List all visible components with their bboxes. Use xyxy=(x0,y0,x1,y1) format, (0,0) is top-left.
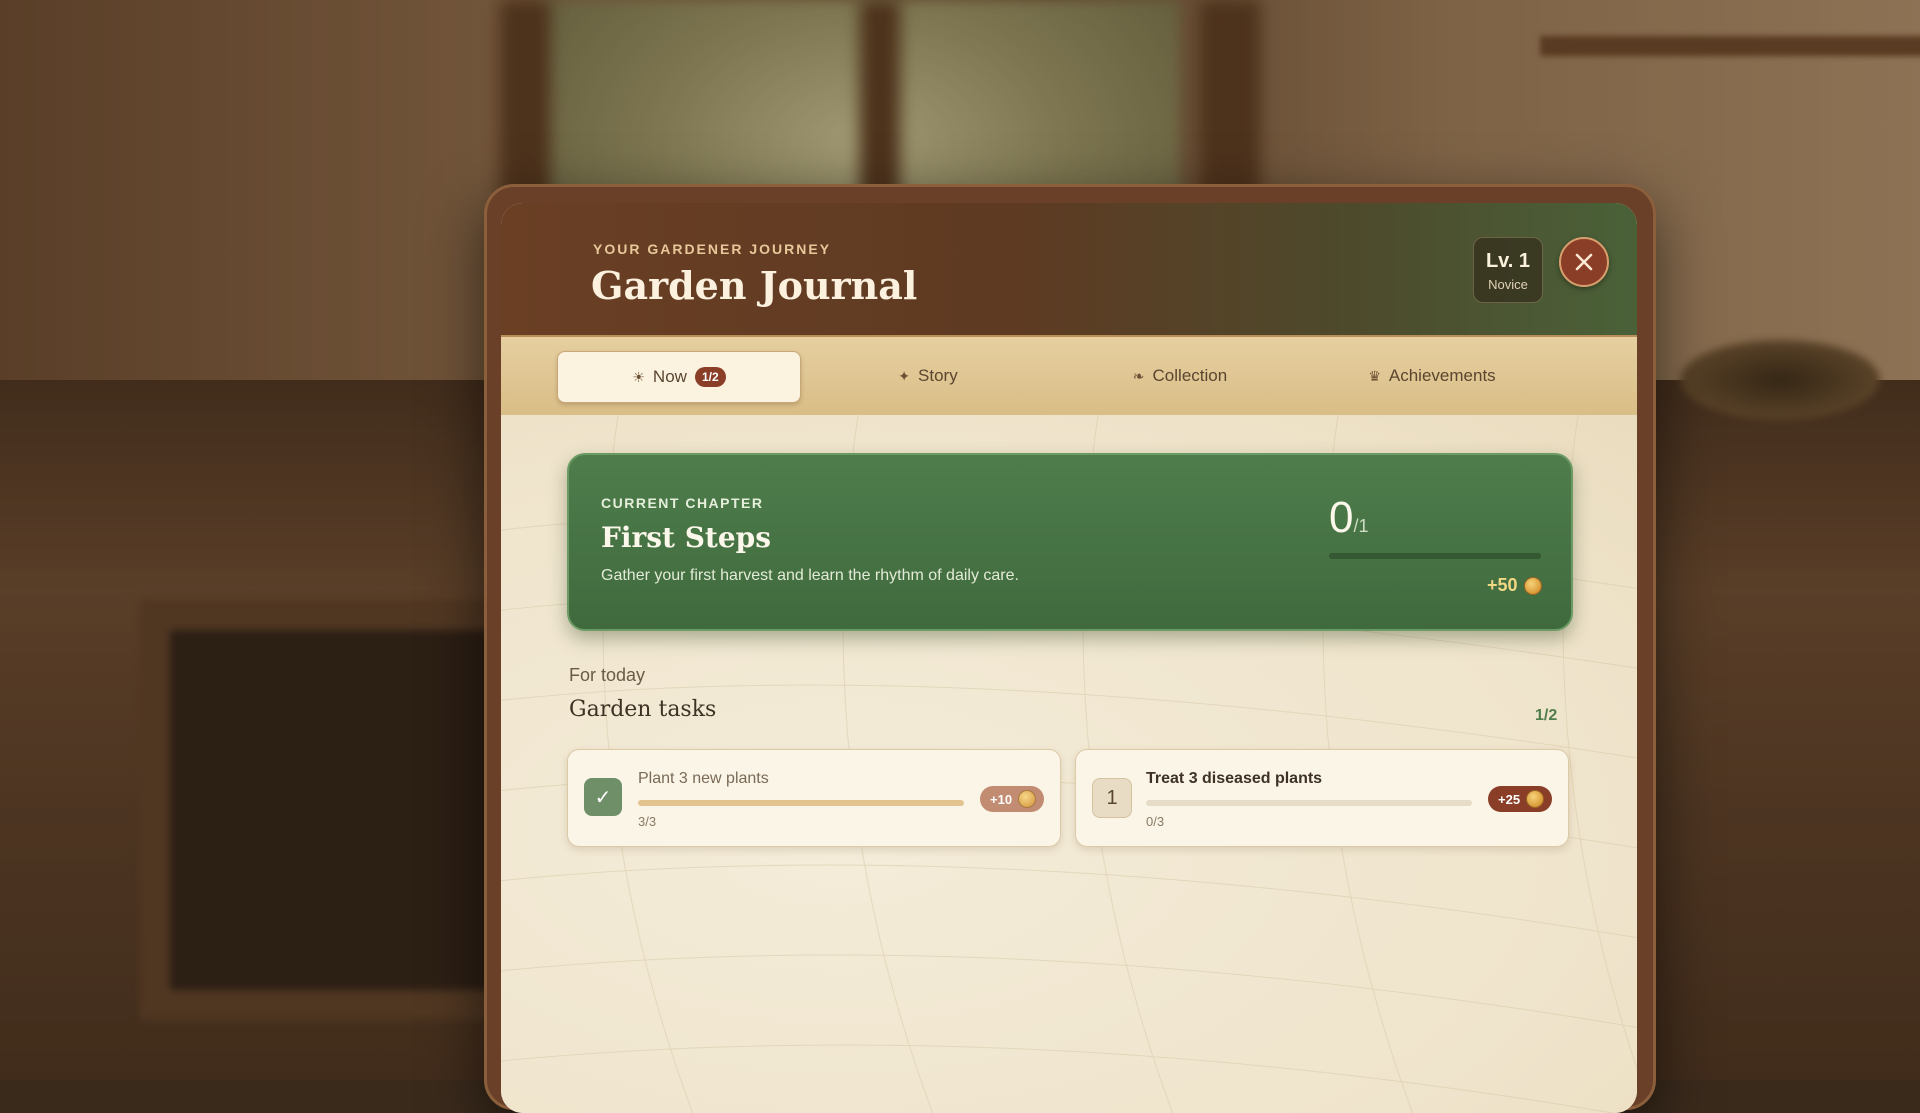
tab-achievements[interactable]: ♛ Achievements xyxy=(1311,351,1553,401)
task-card[interactable]: 1 Treat 3 diseased plants 0/3 +25 xyxy=(1075,749,1569,847)
current-chapter-card[interactable]: CURRENT CHAPTER First Steps Gather your … xyxy=(567,453,1573,631)
tab-label: Story xyxy=(918,366,958,385)
level-label: Lv. 1 xyxy=(1485,250,1531,272)
tab-now[interactable]: ☀ Now 1/2 xyxy=(557,351,801,403)
level-badge: Lv. 1 Novice xyxy=(1473,237,1543,303)
tasks-count: 1/2 xyxy=(1535,707,1558,724)
chapter-reward: +50 xyxy=(1487,575,1542,596)
chapter-progress-count: 0/1 xyxy=(1329,493,1369,543)
task-number: 1 xyxy=(1092,778,1132,818)
chapter-progress-total: /1 xyxy=(1353,516,1369,536)
task-progress-text: 0/3 xyxy=(1146,814,1165,829)
task-reward-badge: +10 xyxy=(980,786,1045,812)
section-title: Garden tasks xyxy=(569,697,717,722)
tab-bar: ☀ Now 1/2 ✦ Story ❧ Collection ♛ Achieve… xyxy=(501,335,1637,419)
task-progress-text: 3/3 xyxy=(638,814,657,829)
task-reward-amount: +10 xyxy=(990,791,1013,807)
header-kicker: YOUR GARDENER JOURNEY xyxy=(593,241,832,257)
tab-badge: 1/2 xyxy=(694,367,726,387)
task-progress-fill xyxy=(638,800,964,806)
chapter-reward-amount: +50 xyxy=(1487,575,1518,595)
trophy-icon: ♛ xyxy=(1368,367,1381,384)
tab-story[interactable]: ✦ Story xyxy=(807,351,1049,401)
sun-icon: ☀ xyxy=(632,368,645,385)
task-progress-bar xyxy=(1146,800,1472,806)
task-reward-amount: +25 xyxy=(1498,791,1521,807)
chapter-description: Gather your first harvest and learn the … xyxy=(601,567,1019,584)
check-icon: ✓ xyxy=(584,778,622,816)
chapter-progress-bar xyxy=(1329,553,1541,559)
tab-collection[interactable]: ❧ Collection xyxy=(1059,351,1301,401)
tab-label: Now xyxy=(652,367,687,386)
close-button[interactable] xyxy=(1559,237,1609,287)
journal-page: CURRENT CHAPTER First Steps Gather your … xyxy=(501,415,1637,1113)
sparkle-icon: ✦ xyxy=(898,367,911,384)
tab-label: Collection xyxy=(1152,366,1228,385)
task-reward-badge: +25 xyxy=(1488,786,1553,812)
task-name: Treat 3 diseased plants xyxy=(1146,770,1323,787)
close-icon xyxy=(1575,253,1593,271)
journal-header: YOUR GARDENER JOURNEY Garden Journal Lv.… xyxy=(501,203,1637,335)
coin-icon xyxy=(1523,576,1542,595)
section-subtitle: For today xyxy=(569,665,646,685)
page-title: Garden Journal xyxy=(591,263,918,308)
tab-label: Achievements xyxy=(1388,366,1496,385)
coin-icon xyxy=(1526,790,1545,808)
task-card[interactable]: ✓ Plant 3 new plants 3/3 +10 xyxy=(567,749,1061,847)
rank-label: Novice xyxy=(1488,277,1528,292)
coin-icon xyxy=(1018,790,1037,808)
chapter-progress-current: 0 xyxy=(1329,493,1354,542)
garden-journal-panel: YOUR GARDENER JOURNEY Garden Journal Lv.… xyxy=(484,184,1656,1113)
sprout-icon: ❧ xyxy=(1132,367,1145,384)
chapter-title: First Steps xyxy=(601,521,772,554)
chapter-kicker: CURRENT CHAPTER xyxy=(601,495,764,511)
task-progress-bar xyxy=(638,800,964,806)
task-name: Plant 3 new plants xyxy=(638,770,769,787)
